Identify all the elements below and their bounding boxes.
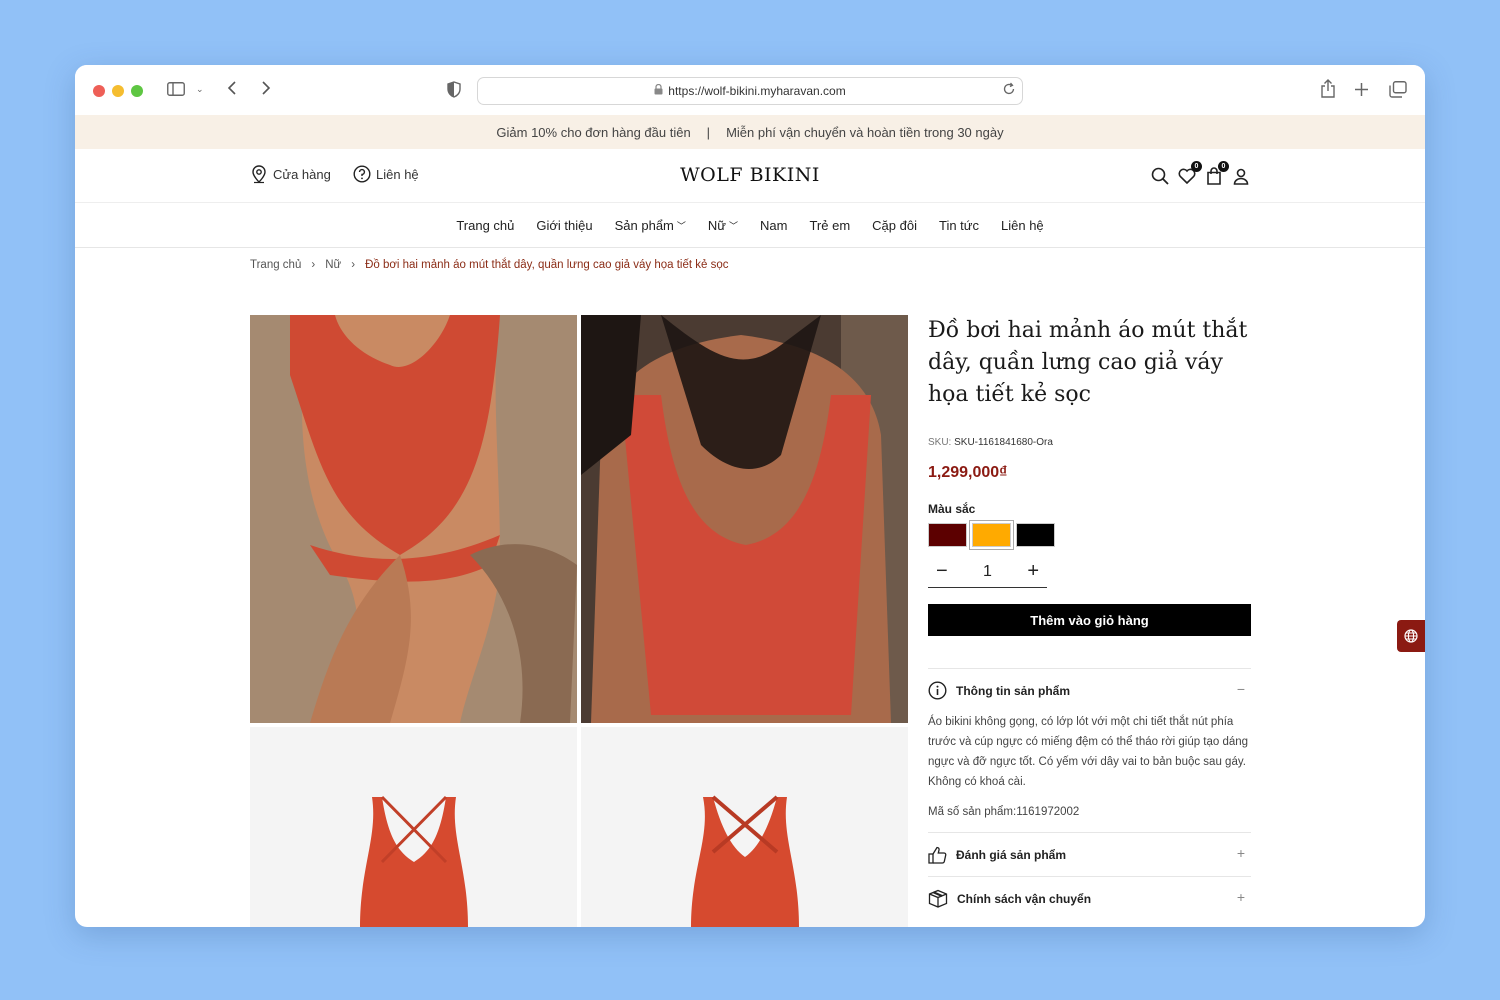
nav-item-men[interactable]: Nam bbox=[760, 218, 787, 233]
cart-count-badge: 0 bbox=[1218, 161, 1229, 172]
quantity-value[interactable]: 1 bbox=[983, 563, 992, 581]
share-icon[interactable] bbox=[1320, 79, 1336, 99]
breadcrumb: Trang chủ › Nữ › Đồ bơi hai mảnh áo mút … bbox=[250, 259, 729, 271]
nav-item-products-label: Sản phẩm bbox=[614, 217, 674, 233]
color-swatch-dark-red[interactable] bbox=[928, 523, 967, 547]
main-nav: Trang chủ Giới thiệu Sản phẩm ﹀ Nữ ﹀ Nam T… bbox=[75, 203, 1425, 248]
promo-shipping-text: Miễn phí vận chuyển và hoàn tiền trong 3… bbox=[726, 124, 1004, 140]
product-photo-1[interactable] bbox=[250, 315, 577, 723]
new-tab-icon[interactable] bbox=[1354, 82, 1369, 97]
product-title: Đồ bơi hai mảnh áo mút thắt dây, quần lư… bbox=[928, 318, 1248, 407]
nav-item-kids[interactable]: Trẻ em bbox=[809, 218, 850, 233]
accordion-shipping-title: Chính sách vận chuyển bbox=[957, 891, 1092, 906]
nav-item-contact[interactable]: Liên hệ bbox=[1001, 218, 1044, 233]
expand-icon[interactable]: + bbox=[1237, 889, 1245, 905]
accordion-info-body: Áo bikini không gọng, có lớp lót với một… bbox=[928, 712, 1251, 832]
wishlist-button[interactable]: 0 bbox=[1176, 161, 1202, 187]
cart-button[interactable]: 0 bbox=[1203, 161, 1229, 187]
nav-item-couples[interactable]: Cặp đôi bbox=[872, 218, 917, 233]
accordion-info-title: Thông tin sản phẩm bbox=[956, 683, 1070, 698]
accordion-header-info[interactable]: Thông tin sản phẩm − bbox=[928, 669, 1251, 712]
search-icon[interactable] bbox=[1149, 165, 1171, 187]
minimize-window-button[interactable] bbox=[112, 85, 124, 97]
package-icon bbox=[928, 889, 948, 908]
product-price: 1,299,000₫ bbox=[928, 464, 1008, 481]
accordion-reviews-title: Đánh giá sản phẩm bbox=[956, 847, 1067, 862]
browser-toolbar: ⌄ https://wolf-bikini.myharavan.com bbox=[75, 65, 1425, 115]
account-icon[interactable] bbox=[1230, 165, 1252, 187]
product-photo-4[interactable] bbox=[581, 727, 908, 927]
wishlist-count-badge: 0 bbox=[1191, 161, 1202, 172]
promo-discount-text: Giảm 10% cho đơn hàng đầu tiên bbox=[496, 124, 691, 140]
accordion-header-shipping[interactable]: Chính sách vận chuyển + bbox=[928, 877, 1251, 920]
thumbs-up-icon bbox=[928, 846, 947, 864]
language-button[interactable] bbox=[1397, 620, 1425, 652]
info-icon bbox=[928, 681, 947, 700]
quantity-increase-button[interactable]: + bbox=[1027, 560, 1039, 583]
browser-window: ⌄ https://wolf-bikini.myharavan.com Giảm… bbox=[75, 65, 1425, 927]
sku-label: SKU: bbox=[928, 437, 952, 448]
collapse-icon[interactable]: − bbox=[1237, 681, 1245, 697]
product-photo-3[interactable] bbox=[250, 727, 577, 927]
forward-arrow-icon[interactable] bbox=[261, 80, 271, 96]
accordion-header-reviews[interactable]: Đánh giá sản phẩm + bbox=[928, 833, 1251, 876]
quantity-stepper: − 1 + bbox=[928, 556, 1047, 588]
breadcrumb-home[interactable]: Trang chủ bbox=[250, 259, 301, 271]
chevron-down-icon: ﹀ bbox=[676, 220, 686, 231]
close-window-button[interactable] bbox=[93, 85, 105, 97]
url-text: https://wolf-bikini.myharavan.com bbox=[668, 84, 846, 98]
sidebar-toggle-icon[interactable] bbox=[167, 82, 185, 96]
promo-bar: Giảm 10% cho đơn hàng đầu tiên | Miễn ph… bbox=[75, 115, 1425, 149]
address-bar[interactable]: https://wolf-bikini.myharavan.com bbox=[477, 77, 1023, 105]
chevron-down-icon: ﹀ bbox=[729, 220, 739, 231]
globe-icon bbox=[1404, 629, 1418, 643]
product-sku: SKU: SKU-1161841680-Ora bbox=[928, 437, 1251, 448]
back-arrow-icon[interactable] bbox=[227, 80, 237, 96]
breadcrumb-separator: › bbox=[351, 259, 356, 271]
product-accordion: Thông tin sản phẩm − Áo bikini không gọn… bbox=[928, 668, 1251, 920]
site-header: Cửa hàng Liên hệ WOLF BIKINI 0 0 bbox=[75, 149, 1425, 203]
color-label: Màu sắc bbox=[928, 502, 976, 516]
nav-item-women-label: Nữ bbox=[707, 217, 726, 233]
promo-separator: | bbox=[706, 124, 711, 140]
quantity-decrease-button[interactable]: − bbox=[936, 560, 948, 583]
tabs-overview-icon[interactable] bbox=[1389, 81, 1407, 98]
sku-value: SKU-1161841680-Ora bbox=[954, 437, 1053, 448]
color-swatch-black[interactable] bbox=[1016, 523, 1055, 547]
reload-icon[interactable] bbox=[1002, 82, 1016, 99]
color-swatches bbox=[928, 521, 1251, 549]
nav-item-home[interactable]: Trang chủ bbox=[456, 218, 514, 233]
product-info-panel: Đồ bơi hai mảnh áo mút thắt dây, quần lư… bbox=[928, 315, 1251, 920]
shield-icon[interactable] bbox=[447, 81, 461, 98]
nav-item-women[interactable]: Nữ ﹀ bbox=[708, 218, 738, 233]
expand-icon[interactable]: + bbox=[1237, 845, 1245, 861]
product-photo-2[interactable] bbox=[581, 315, 908, 723]
nav-item-about[interactable]: Giới thiệu bbox=[536, 218, 592, 233]
chevron-down-icon[interactable]: ⌄ bbox=[196, 84, 204, 95]
breadcrumb-current: Đồ bơi hai mảnh áo mút thắt dây, quần lư… bbox=[365, 259, 729, 271]
breadcrumb-category[interactable]: Nữ bbox=[325, 259, 341, 271]
product-code: Mã số sản phẩm:1161972002 bbox=[928, 806, 1080, 818]
nav-item-news[interactable]: Tin tức bbox=[939, 218, 979, 233]
add-to-cart-button[interactable]: Thêm vào giỏ hàng bbox=[928, 604, 1251, 636]
color-swatch-orange[interactable] bbox=[970, 521, 1013, 549]
breadcrumb-separator: › bbox=[311, 259, 316, 271]
product-description: Áo bikini không gọng, có lớp lót với một… bbox=[928, 716, 1249, 788]
nav-item-products[interactable]: Sản phẩm ﹀ bbox=[615, 218, 686, 233]
lock-icon bbox=[654, 83, 663, 98]
maximize-window-button[interactable] bbox=[131, 85, 143, 97]
